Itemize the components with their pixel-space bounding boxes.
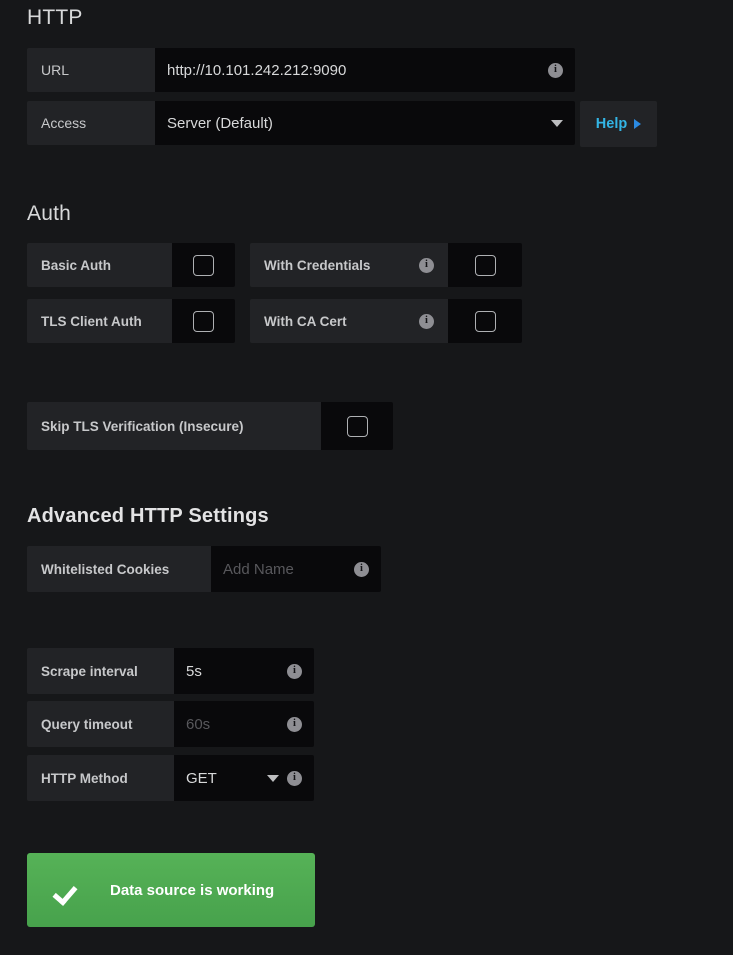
with-ca-cert-checkbox[interactable] — [474, 310, 496, 332]
datasource-settings-page: HTTP URL http://10.101.242.212:9090 i Ac… — [0, 0, 733, 955]
access-field-row: Access Server (Default) — [27, 101, 575, 145]
whitelisted-cookies-label: Whitelisted Cookies — [27, 546, 211, 592]
info-icon[interactable]: i — [419, 313, 434, 329]
chevron-down-icon[interactable] — [551, 119, 563, 127]
whitelisted-cookies-placeholder: Add Name — [223, 560, 294, 578]
with-credentials-checkbox-cell[interactable] — [448, 243, 522, 287]
info-icon[interactable]: i — [419, 257, 434, 273]
tls-client-auth-checkbox-cell[interactable] — [172, 299, 235, 343]
basic-auth-row: Basic Auth — [27, 243, 235, 287]
whitelisted-cookies-row: Whitelisted Cookies Add Name i — [27, 546, 381, 592]
http-method-select[interactable]: GET i — [174, 755, 314, 801]
url-value: http://10.101.242.212:9090 — [167, 61, 347, 79]
scrape-interval-input[interactable]: 5s i — [174, 648, 314, 694]
query-timeout-input[interactable]: 60s i — [174, 701, 314, 747]
with-credentials-label-cell: With Credentials i — [250, 243, 448, 287]
with-credentials-row: With Credentials i — [250, 243, 522, 287]
info-icon[interactable]: i — [354, 561, 369, 577]
skip-tls-verification-checkbox[interactable] — [346, 415, 368, 437]
access-select[interactable]: Server (Default) — [155, 101, 575, 145]
status-message: Data source is working — [110, 881, 275, 899]
info-icon[interactable]: i — [287, 770, 302, 786]
with-credentials-checkbox[interactable] — [474, 254, 496, 276]
basic-auth-label: Basic Auth — [27, 243, 172, 287]
with-ca-cert-checkbox-cell[interactable] — [448, 299, 522, 343]
triangle-right-icon — [634, 119, 642, 129]
with-ca-cert-label-cell: With CA Cert i — [250, 299, 448, 343]
query-timeout-label: Query timeout — [27, 701, 174, 747]
basic-auth-checkbox-cell[interactable] — [172, 243, 235, 287]
skip-tls-verification-label: Skip TLS Verification (Insecure) — [27, 402, 321, 450]
auth-section-heading: Auth — [27, 202, 71, 225]
tls-client-auth-row: TLS Client Auth — [27, 299, 235, 343]
scrape-interval-label: Scrape interval — [27, 648, 174, 694]
tls-client-auth-label: TLS Client Auth — [27, 299, 172, 343]
advanced-http-settings-heading: Advanced HTTP Settings — [27, 505, 269, 527]
scrape-interval-row: Scrape interval 5s i — [27, 648, 314, 694]
http-method-row: HTTP Method GET i — [27, 755, 314, 801]
basic-auth-checkbox[interactable] — [193, 254, 214, 276]
check-icon — [56, 877, 82, 903]
query-timeout-placeholder: 60s — [186, 715, 211, 733]
skip-tls-verification-row: Skip TLS Verification (Insecure) — [27, 402, 393, 450]
with-ca-cert-label: With CA Cert — [264, 313, 347, 329]
http-method-value: GET — [186, 769, 217, 787]
whitelisted-cookies-input[interactable]: Add Name i — [211, 546, 381, 592]
info-icon[interactable]: i — [287, 663, 302, 679]
access-label: Access — [27, 101, 155, 145]
url-label: URL — [27, 48, 155, 92]
url-input[interactable]: http://10.101.242.212:9090 i — [155, 48, 575, 92]
chevron-down-icon[interactable] — [267, 774, 279, 782]
http-section-heading: HTTP — [27, 6, 83, 29]
url-field-row: URL http://10.101.242.212:9090 i — [27, 48, 575, 92]
help-button[interactable]: Help — [580, 101, 657, 147]
info-icon[interactable]: i — [287, 716, 302, 732]
info-icon[interactable]: i — [548, 62, 563, 78]
help-label: Help — [595, 116, 628, 132]
access-value: Server (Default) — [167, 114, 273, 132]
scrape-interval-value: 5s — [186, 662, 202, 680]
query-timeout-row: Query timeout 60s i — [27, 701, 314, 747]
http-method-label: HTTP Method — [27, 755, 174, 801]
skip-tls-verification-checkbox-cell[interactable] — [321, 402, 393, 450]
tls-client-auth-checkbox[interactable] — [193, 310, 214, 332]
with-ca-cert-row: With CA Cert i — [250, 299, 522, 343]
with-credentials-label: With Credentials — [264, 257, 371, 273]
status-banner: Data source is working — [27, 853, 315, 927]
